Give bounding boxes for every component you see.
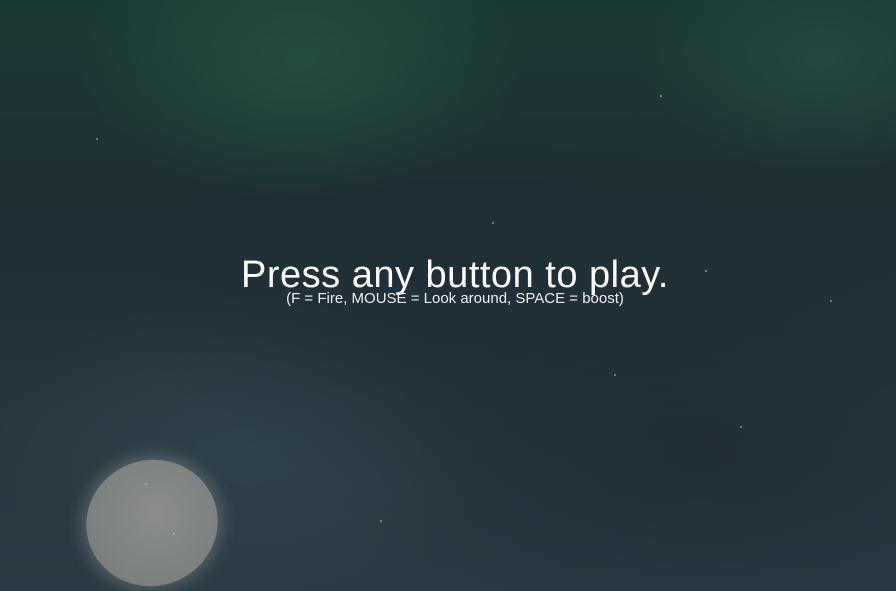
game-viewport[interactable]: Press any button to play. (F = Fire, MOU… [0,0,896,591]
start-prompt: Press any button to play. (F = Fire, MOU… [0,252,896,308]
star [492,222,494,224]
star [173,533,175,535]
star [614,374,616,376]
star [740,426,742,428]
star [660,95,662,97]
star [96,138,98,140]
star [145,483,147,485]
controls-hint: (F = Fire, MOUSE = Look around, SPACE = … [286,290,624,307]
planet [69,442,235,591]
star [380,520,382,522]
